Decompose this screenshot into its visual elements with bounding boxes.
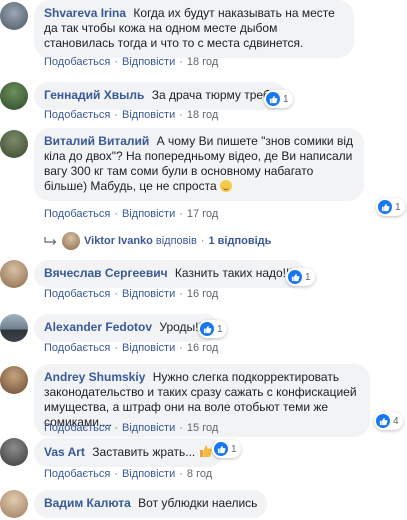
avatar[interactable]: [0, 366, 28, 394]
like-link[interactable]: Подобається: [44, 56, 110, 68]
reaction-count[interactable]: 1: [198, 320, 227, 338]
like-icon: [288, 270, 302, 284]
comment-text: Заставить жрать...: [92, 445, 196, 459]
comment-author[interactable]: Alexander Fedotov: [44, 320, 152, 334]
comment-bubble: Alexander Fedotov Уроды!!!!: [34, 314, 219, 342]
comment-actions: Подобається · Відповісти · 15 год: [44, 422, 218, 434]
timestamp[interactable]: 15 год: [187, 422, 218, 434]
like-icon: [214, 442, 228, 456]
separator: ·: [179, 422, 183, 434]
reply-link[interactable]: Відповісти: [122, 422, 175, 434]
avatar[interactable]: [0, 438, 28, 466]
timestamp[interactable]: 18 год: [187, 109, 218, 121]
like-icon: [376, 414, 390, 428]
like-icon: [266, 92, 280, 106]
timestamp[interactable]: 16 год: [187, 288, 218, 300]
avatar[interactable]: [0, 2, 28, 30]
separator: ·: [114, 288, 118, 300]
thumbs-up-emoji-icon: [199, 445, 212, 457]
separator: ·: [179, 342, 183, 354]
reaction-number: 1: [217, 323, 223, 335]
separator: ·: [179, 468, 183, 480]
reaction-count[interactable]: 1: [286, 268, 315, 286]
replied-label: відповів: [155, 235, 197, 247]
comment-text: Казнить таких надо!!!!: [174, 266, 296, 280]
separator: ·: [179, 109, 183, 121]
avatar[interactable]: [0, 130, 28, 158]
reaction-number: 1: [395, 201, 401, 213]
replier-name: Viktor Ivanko: [84, 235, 153, 247]
separator: ·: [200, 235, 205, 247]
comment-bubble: Виталий Виталий А чому Ви пишете "знов с…: [34, 128, 364, 201]
like-link[interactable]: Подобається: [44, 468, 110, 480]
separator: ·: [179, 288, 183, 300]
like-link[interactable]: Подобається: [44, 109, 110, 121]
comment-bubble: Vas Art Заставить жрать...: [34, 438, 223, 467]
timestamp[interactable]: 17 год: [187, 208, 218, 220]
comment-actions: Подобається · Відповісти · 18 год: [44, 56, 218, 68]
comment-actions: Подобається · Відповісти · 16 год: [44, 288, 218, 300]
reply-link[interactable]: Відповісти: [122, 288, 175, 300]
avatar[interactable]: [0, 260, 28, 288]
like-link[interactable]: Подобається: [44, 288, 110, 300]
comment-actions: Подобається · Відповісти · 17 год: [44, 208, 218, 220]
comment-bubble: Вячеслав Сергеевич Казнить таких надо!!!…: [34, 260, 306, 288]
reaction-count[interactable]: 1: [212, 440, 241, 458]
reply-link[interactable]: Відповісти: [122, 342, 175, 354]
reply-link[interactable]: Відповісти: [122, 109, 175, 121]
like-link[interactable]: Подобається: [44, 422, 110, 434]
separator: ·: [114, 109, 118, 121]
comment-author[interactable]: Vas Art: [44, 445, 85, 459]
separator: ·: [114, 56, 118, 68]
comment-actions: Подобається · Відповісти · 18 год: [44, 109, 218, 121]
reaction-number: 1: [231, 443, 237, 455]
comment-author[interactable]: Виталий Виталий: [44, 134, 149, 148]
timestamp[interactable]: 16 год: [187, 342, 218, 354]
separator: ·: [114, 422, 118, 434]
timestamp[interactable]: 8 год: [187, 468, 212, 480]
avatar[interactable]: [0, 314, 28, 342]
reply-link[interactable]: Відповісти: [122, 468, 175, 480]
reply-count: 1 відповідь: [208, 235, 272, 247]
comment-actions: Подобається · Відповісти · 16 год: [44, 342, 218, 354]
reply-link[interactable]: Відповісти: [122, 56, 175, 68]
comment-bubble: Геннадий Хвыль За драча тюрму треба: [34, 82, 287, 110]
comment-author[interactable]: Вячеслав Сергеевич: [44, 266, 168, 280]
reaction-number: 1: [283, 93, 289, 105]
separator: ·: [179, 208, 183, 220]
reaction-number: 4: [393, 415, 399, 427]
reaction-count[interactable]: 1: [376, 198, 405, 216]
comment-actions: Подобається · Відповісти · 8 год: [44, 468, 212, 480]
comment-author[interactable]: Вадим Калюта: [44, 496, 131, 510]
comment-bubble: Shvareva Irina Когда их будут наказывать…: [34, 0, 354, 58]
like-link[interactable]: Подобається: [44, 342, 110, 354]
separator: ·: [179, 56, 183, 68]
comment-bubble: Вадим Калюта Вот ублюдки наелись: [34, 490, 268, 518]
comment-text: За драча тюрму треба: [151, 88, 277, 102]
reaction-number: 1: [305, 271, 311, 283]
reply-link[interactable]: Відповісти: [122, 208, 175, 220]
comment-author[interactable]: Геннадий Хвыль: [44, 88, 144, 102]
reply-arrow-icon: [44, 237, 57, 245]
separator: ·: [114, 342, 118, 354]
timestamp[interactable]: 18 год: [187, 56, 218, 68]
separator: ·: [114, 468, 118, 480]
grinning-emoji-icon: [219, 180, 232, 192]
reaction-count[interactable]: 4: [374, 412, 403, 430]
comment-text: Вот ублюдки наелись: [138, 496, 258, 510]
comment-author[interactable]: Shvareva Irina: [44, 6, 126, 20]
avatar[interactable]: [0, 82, 28, 110]
reaction-count[interactable]: 1: [264, 90, 293, 108]
avatar[interactable]: [0, 490, 28, 518]
comment-author[interactable]: Andrey Shumskiy: [44, 370, 145, 384]
view-replies-link[interactable]: Viktor Ivanko відповів · 1 відповідь: [44, 232, 271, 250]
replier-avatar: [62, 232, 80, 250]
like-link[interactable]: Подобається: [44, 208, 110, 220]
separator: ·: [114, 208, 118, 220]
like-icon: [378, 200, 392, 214]
like-icon: [200, 322, 214, 336]
